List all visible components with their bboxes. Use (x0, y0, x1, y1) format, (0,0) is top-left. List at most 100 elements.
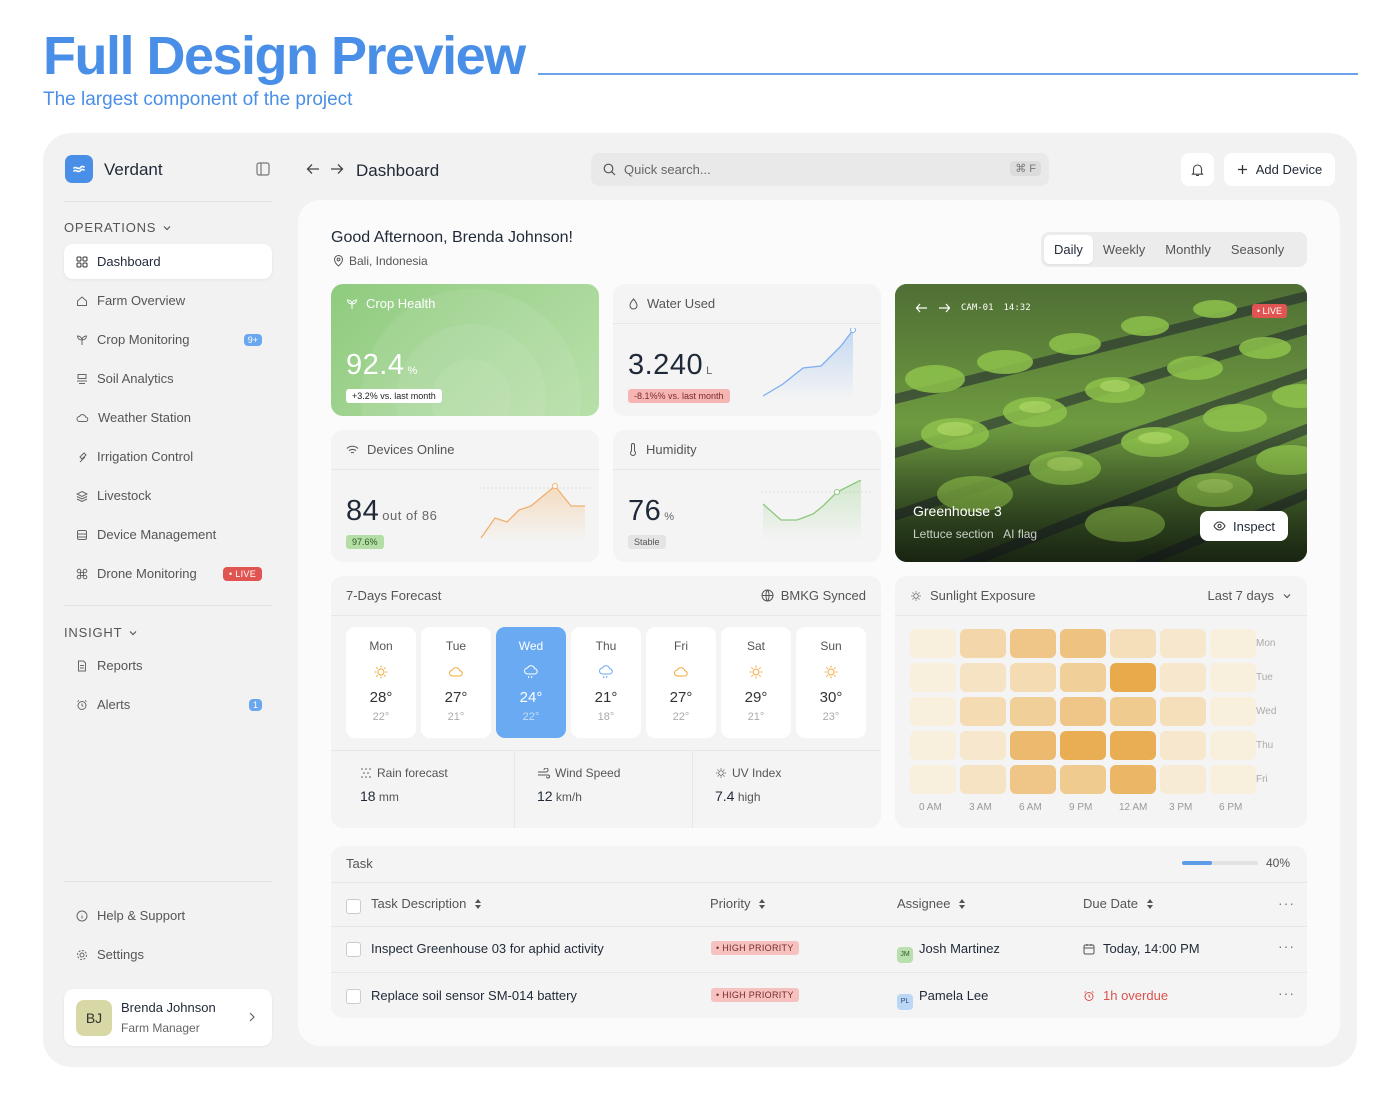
heatmap-cell[interactable] (1210, 731, 1256, 760)
devices-online-card[interactable]: Devices Online 84 out of 86 97.6% (331, 430, 599, 562)
forecast-day-tue[interactable]: Tue 27° 21° (421, 627, 491, 738)
sidebar-item-weather-station[interactable]: Weather Station (64, 400, 272, 435)
heatmap-cell[interactable] (1010, 765, 1056, 794)
crop-health-card[interactable]: Crop Health 92.4% +3.2% vs. last month (331, 284, 599, 416)
assignee[interactable]: JM Josh Martinez (897, 941, 1000, 963)
heatmap-cell[interactable] (1010, 629, 1056, 658)
user-profile-card[interactable]: BJ Brenda Johnson Farm Manager (64, 989, 272, 1046)
back-arrow-icon[interactable] (915, 303, 928, 313)
period-daily[interactable]: Daily (1044, 235, 1093, 264)
humidity-card[interactable]: Humidity 76% Stable (613, 430, 881, 562)
sidebar-item-dashboard[interactable]: Dashboard (64, 244, 272, 279)
header-due-date[interactable]: Due Date (1083, 896, 1154, 911)
heatmap-cell[interactable] (1110, 663, 1156, 692)
heatmap-cell[interactable] (960, 663, 1006, 692)
heatmap-cell[interactable] (1060, 765, 1106, 794)
inspect-button[interactable]: Inspect (1200, 511, 1288, 541)
heatmap-cell[interactable] (1010, 731, 1056, 760)
sidebar-item-alerts[interactable]: Alerts 1 (64, 687, 272, 722)
help-support-link[interactable]: Help & Support (64, 898, 272, 933)
water-used-card[interactable]: Water Used 3.240 L -8.1%% vs. last month (613, 284, 881, 416)
sidebar-divider (64, 881, 272, 882)
brand-logo-icon[interactable] (65, 155, 93, 183)
back-arrow-icon[interactable] (306, 163, 320, 175)
heatmap-cell[interactable] (1210, 765, 1256, 794)
insight-group-toggle[interactable]: INSIGHT (64, 625, 138, 640)
select-all-checkbox[interactable] (346, 899, 361, 914)
header-task-description[interactable]: Task Description (371, 896, 482, 911)
location: Bali, Indonesia (333, 254, 428, 268)
sidebar-toggle-icon[interactable] (256, 162, 270, 176)
assignee[interactable]: PL Pamela Lee (897, 988, 988, 1010)
heatmap-cell[interactable] (1060, 697, 1106, 726)
sidebar-item-device-management[interactable]: Device Management (64, 517, 272, 552)
heatmap-cell[interactable] (1210, 663, 1256, 692)
header-priority[interactable]: Priority (710, 896, 766, 911)
water-sparkline (762, 328, 856, 400)
sun-icon (749, 665, 763, 679)
heatmap-cell[interactable] (1110, 765, 1156, 794)
notifications-button[interactable] (1181, 153, 1214, 186)
range-dropdown[interactable]: Last 7 days (1208, 588, 1293, 603)
heatmap-cell[interactable] (1110, 731, 1156, 760)
heatmap-cell[interactable] (1010, 663, 1056, 692)
row-checkbox[interactable] (346, 989, 361, 1004)
heatmap-cell[interactable] (1160, 663, 1206, 692)
heatmap-cell[interactable] (910, 765, 956, 794)
avatar: PL (897, 993, 913, 1010)
add-device-button[interactable]: Add Device (1224, 153, 1335, 186)
heatmap-col-label: 3 AM (969, 802, 992, 813)
period-selector[interactable]: Daily Weekly Monthly Seasonly (1041, 232, 1307, 267)
heatmap-cell[interactable] (1210, 629, 1256, 658)
more-options-icon[interactable]: ··· (1278, 938, 1295, 954)
heatmap-cell[interactable] (1060, 663, 1106, 692)
task-progress-fill (1182, 861, 1213, 865)
more-options-icon[interactable]: ··· (1278, 985, 1295, 1001)
forward-arrow-icon[interactable] (330, 163, 344, 175)
heatmap-cell[interactable] (910, 629, 956, 658)
forecast-day-sun[interactable]: Sun 30° 23° (796, 627, 866, 738)
sidebar-item-reports[interactable]: Reports (64, 648, 272, 683)
period-weekly[interactable]: Weekly (1093, 235, 1155, 264)
heatmap-cell[interactable] (1160, 629, 1206, 658)
forecast-day-wed[interactable]: Wed 24° 22° (496, 627, 566, 738)
period-seasonly[interactable]: Seasonly (1221, 235, 1294, 264)
heatmap-cell[interactable] (910, 697, 956, 726)
header-assignee[interactable]: Assignee (897, 896, 966, 911)
period-monthly[interactable]: Monthly (1155, 235, 1221, 264)
forecast-day-sat[interactable]: Sat 29° 21° (721, 627, 791, 738)
sidebar-item-label: Reports (97, 658, 143, 673)
forecast-day-thu[interactable]: Thu 21° 18° (571, 627, 641, 738)
settings-link[interactable]: Settings (64, 937, 272, 972)
sidebar-item-crop-monitoring[interactable]: Crop Monitoring 9+ (64, 322, 272, 357)
sidebar-item-soil-analytics[interactable]: Soil Analytics (64, 361, 272, 396)
more-options-icon[interactable]: ··· (1278, 895, 1295, 911)
heatmap-cell[interactable] (1110, 629, 1156, 658)
heatmap-cell[interactable] (1060, 629, 1106, 658)
layers-icon (77, 373, 87, 384)
forecast-day-mon[interactable]: Mon 28° 22° (346, 627, 416, 738)
heatmap-cell[interactable] (960, 629, 1006, 658)
heatmap-cell[interactable] (910, 663, 956, 692)
heatmap-cell[interactable] (1110, 697, 1156, 726)
sidebar-item-irrigation-control[interactable]: Irrigation Control (64, 439, 272, 474)
heatmap-cell[interactable] (1160, 731, 1206, 760)
search-input[interactable]: Quick search... ⌘ F (591, 153, 1049, 186)
sidebar-item-drone-monitoring[interactable]: Drone Monitoring • LIVE (64, 556, 272, 591)
heatmap-cell[interactable] (1210, 697, 1256, 726)
row-checkbox[interactable] (346, 942, 361, 957)
heatmap-cell[interactable] (910, 731, 956, 760)
forecast-day-fri[interactable]: Fri 27° 22° (646, 627, 716, 738)
sidebar-item-livestock[interactable]: Livestock (64, 478, 272, 513)
heatmap-cell[interactable] (1060, 731, 1106, 760)
heatmap-cell[interactable] (1160, 765, 1206, 794)
sidebar-item-farm-overview[interactable]: Farm Overview (64, 283, 272, 318)
heatmap-cell[interactable] (1010, 697, 1056, 726)
heatmap-cell[interactable] (960, 731, 1006, 760)
operations-group-toggle[interactable]: OPERATIONS (64, 220, 172, 235)
heatmap-cell[interactable] (1160, 697, 1206, 726)
forward-arrow-icon[interactable] (938, 303, 951, 313)
heatmap-cell[interactable] (960, 697, 1006, 726)
heatmap-cell[interactable] (960, 765, 1006, 794)
camera-feed[interactable]: CAM-01 14:32 • LIVE Greenhouse 3 Lettuce… (895, 284, 1307, 562)
